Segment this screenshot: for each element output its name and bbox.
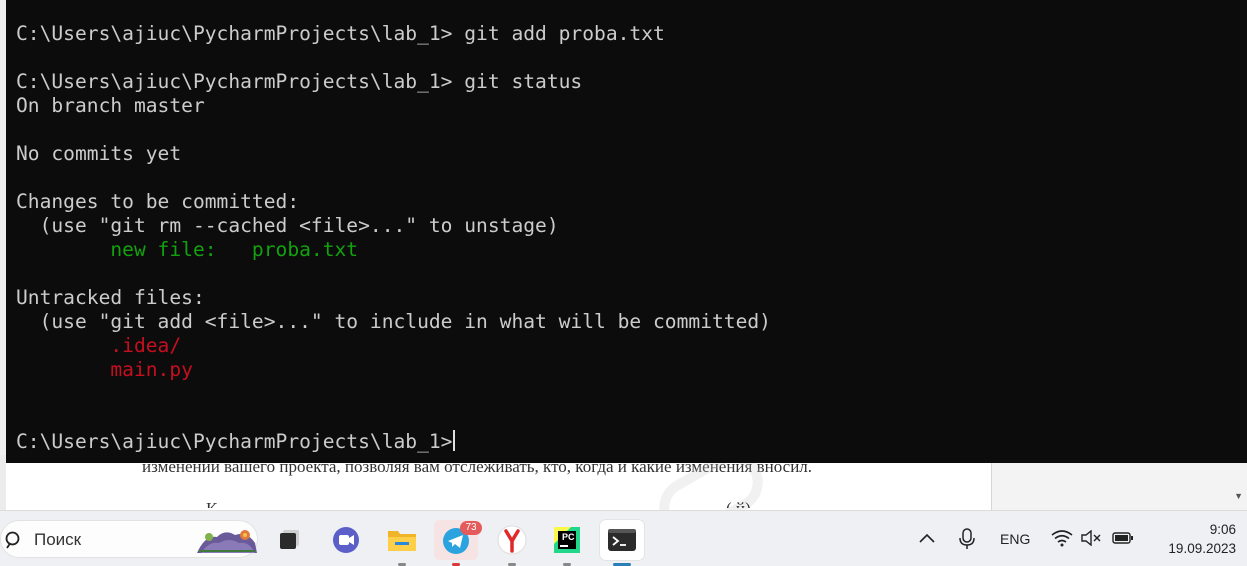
chat-icon (333, 527, 359, 553)
search-icon (5, 531, 20, 549)
terminal-text: On branch master (16, 94, 205, 117)
terminal-colored-text: .idea/ (110, 334, 182, 357)
terminal-colored-text: new file: proba.txt (110, 238, 359, 261)
taskbar-search-box[interactable]: Поиск (0, 520, 258, 558)
terminal-text: No commits yet (16, 142, 182, 165)
file-explorer-button[interactable] (380, 520, 424, 566)
clock[interactable]: 9:06 19.09.2023 (1146, 520, 1236, 558)
document-window: изменений вашего проекта, позволяя вам о… (0, 441, 1247, 549)
pycharm-button[interactable]: PC (545, 520, 589, 566)
terminal-icon (608, 529, 636, 551)
terminal-text: C:\Users\ajiuc\PycharmProjects\lab_1> gi… (16, 22, 665, 45)
terminal-prompt: C:\Users\ajiuc\PycharmProjects\lab_1> (16, 430, 453, 453)
terminal-prompt-line[interactable]: C:\Users\ajiuc\PycharmProjects\lab_1> (16, 430, 771, 454)
terminal-window[interactable]: C:\Users\ajiuc\PycharmProjects\lab_1> gi… (6, 0, 1247, 463)
wifi-icon[interactable] (1051, 529, 1073, 547)
taskbar: Поиск 73 PC ENG 9:06 19.09.2023 (0, 510, 1247, 566)
terminal-text: C:\Users\ajiuc\PycharmProjects\lab_1> gi… (16, 70, 583, 93)
yandex-icon (497, 525, 527, 555)
terminal-colored-text: main.py (110, 358, 193, 381)
terminal-line: new file: proba.txt (16, 238, 771, 262)
clock-date: 19.09.2023 (1168, 541, 1236, 556)
terminal-line: (use "git rm --cached <file>..." to unst… (16, 214, 771, 238)
microphone-icon[interactable] (958, 528, 976, 550)
pycharm-icon-label: PC (562, 532, 575, 542)
terminal-line: No commits yet (16, 142, 771, 166)
chevron-up-icon[interactable] (918, 531, 936, 545)
clock-time: 9:06 (1209, 522, 1236, 537)
terminal-text: (use "git rm --cached <file>..." to unst… (16, 214, 559, 237)
telegram-button[interactable]: 73 (434, 520, 482, 566)
terminal-line: Untracked files: (16, 286, 771, 310)
task-view-icon (280, 530, 299, 549)
notification-badge: 73 (460, 521, 482, 535)
battery-icon[interactable] (1112, 532, 1134, 544)
terminal-output: C:\Users\ajiuc\PycharmProjects\lab_1> gi… (16, 22, 771, 454)
terminal-line: On branch master (16, 94, 771, 118)
terminal-text: Untracked files: (16, 286, 205, 309)
terminal-line: (use "git add <file>..." to include in w… (16, 310, 771, 334)
terminal-line: C:\Users\ajiuc\PycharmProjects\lab_1> gi… (16, 70, 771, 94)
terminal-line: main.py (16, 358, 771, 382)
chat-app-button[interactable] (324, 520, 368, 560)
text-cursor (453, 430, 456, 451)
task-view-button[interactable] (268, 520, 312, 560)
terminal-line: .idea/ (16, 334, 771, 358)
terminal-text: Changes to be committed: (16, 190, 300, 213)
yandex-browser-button[interactable] (490, 520, 534, 566)
terminal-line: C:\Users\ajiuc\PycharmProjects\lab_1> gi… (16, 22, 771, 46)
search-highlight-illustration-icon (197, 530, 257, 553)
language-indicator[interactable]: ENG (1000, 531, 1030, 547)
folder-icon (388, 531, 416, 551)
document-side-panel: ▼ (992, 455, 1247, 510)
terminal-text: (use "git add <file>..." to include in w… (16, 310, 771, 333)
scroll-down-arrow-icon[interactable]: ▼ (1234, 491, 1243, 501)
terminal-line: Changes to be committed: (16, 190, 771, 214)
terminal-scrollbar[interactable] (1239, 0, 1247, 463)
terminal-button[interactable] (600, 520, 644, 566)
search-placeholder: Поиск (34, 530, 82, 549)
speaker-muted-icon[interactable] (1081, 530, 1103, 546)
document-page: изменений вашего проекта, позволяя вам о… (6, 441, 992, 549)
